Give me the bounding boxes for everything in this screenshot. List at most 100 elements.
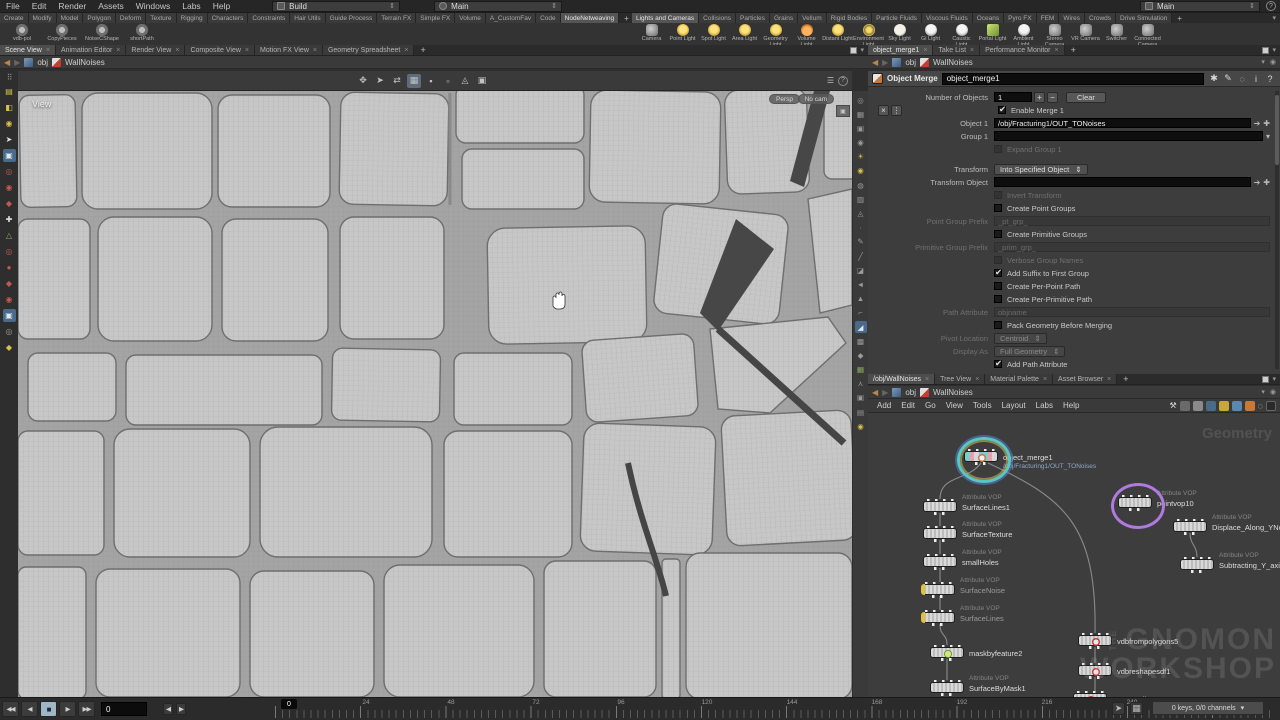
- left-toolbar-icon[interactable]: ▣: [2, 149, 16, 162]
- display-options-icon[interactable]: ☰: [827, 76, 834, 85]
- left-toolbar-icon[interactable]: ●: [3, 261, 16, 274]
- transport-button[interactable]: ◀◀: [2, 701, 19, 717]
- close-icon[interactable]: ×: [313, 47, 317, 54]
- expand-group-checkbox[interactable]: [994, 145, 1002, 153]
- forward-icon[interactable]: ▶: [14, 58, 20, 67]
- menu-item[interactable]: Labs: [176, 0, 206, 13]
- forward-icon[interactable]: ▶: [882, 388, 888, 397]
- shelf-tab[interactable]: Modify: [28, 13, 57, 23]
- node-outputs[interactable]: [941, 693, 955, 696]
- wrench-icon[interactable]: ⚒: [1169, 401, 1176, 410]
- pane-tab[interactable]: Asset Browser ×: [1053, 374, 1118, 384]
- verbose-group-names-checkbox[interactable]: [994, 256, 1002, 264]
- shelf-tool[interactable]: CopyPieces: [44, 24, 80, 43]
- shelf-tab[interactable]: Code: [536, 13, 561, 23]
- shelf-tab[interactable]: Guide Process: [325, 13, 378, 23]
- scrollbar[interactable]: [1275, 91, 1279, 369]
- node-inputs[interactable]: [927, 553, 954, 556]
- network-menu-item[interactable]: Layout: [997, 401, 1031, 410]
- camera-pill[interactable]: No cam: [797, 94, 834, 104]
- viewport-option-icon[interactable]: ◢: [854, 321, 867, 333]
- viewport-option-icon[interactable]: ▣: [855, 392, 867, 404]
- network-menu-item[interactable]: Labs: [1031, 401, 1058, 410]
- shelf-tab[interactable]: Deform: [115, 13, 147, 23]
- viewport-option-icon[interactable]: ◉: [855, 420, 867, 432]
- frame-forward-button[interactable]: ▶: [176, 703, 186, 715]
- viewport-tool-icon[interactable]: ➤: [373, 74, 387, 88]
- shelf-tool[interactable]: NoiseCShape: [84, 24, 120, 43]
- node-outputs[interactable]: [1184, 532, 1198, 535]
- node-inputs[interactable]: [1122, 494, 1149, 497]
- network-node[interactable]: maskbyfeature2: [930, 644, 1022, 661]
- breadcrumb-network[interactable]: WallNoises: [65, 58, 105, 67]
- close-icon[interactable]: ×: [1107, 376, 1111, 383]
- clear-button[interactable]: Clear: [1066, 91, 1106, 103]
- palette-icon[interactable]: [1192, 400, 1203, 411]
- left-toolbar-icon[interactable]: ◆: [3, 197, 16, 210]
- node-inputs[interactable]: [925, 581, 952, 584]
- left-toolbar-icon[interactable]: ◉: [3, 181, 16, 194]
- toolbar-grip[interactable]: ⠿: [7, 73, 13, 82]
- per-point-path-checkbox[interactable]: [994, 282, 1002, 290]
- close-icon[interactable]: ×: [404, 47, 408, 54]
- transport-button[interactable]: ■: [40, 701, 57, 717]
- breadcrumb-obj[interactable]: obj: [905, 388, 916, 397]
- network-menu-item[interactable]: Edit: [896, 401, 920, 410]
- left-toolbar-icon[interactable]: ◆: [3, 341, 16, 354]
- primitive-group-prefix-field[interactable]: _prim_grp_: [994, 242, 1270, 252]
- node-inputs[interactable]: [968, 448, 995, 451]
- left-toolbar-icon[interactable]: ▤: [3, 85, 16, 98]
- shelf-tab[interactable]: NodeNetweaving: [560, 13, 620, 23]
- add-instance-button[interactable]: +: [1034, 91, 1045, 103]
- pane-tab[interactable]: Material Palette ×: [985, 374, 1054, 384]
- parameter-header-icon[interactable]: ?: [1264, 73, 1276, 85]
- network-node[interactable]: Attribute VOP SurfaceByMask1: [930, 675, 1026, 696]
- shelf-tab[interactable]: Hair Utils: [290, 13, 326, 23]
- enable-merge-checkbox[interactable]: [998, 104, 1006, 115]
- left-toolbar-icon[interactable]: ➤: [3, 133, 16, 146]
- network-menu-item[interactable]: Go: [920, 401, 941, 410]
- object1-field[interactable]: /obj/Fracturing1/OUT_TONoises: [994, 118, 1251, 128]
- shelf-add-tab[interactable]: +: [619, 13, 632, 23]
- dopesheet-icon[interactable]: ▦: [1130, 702, 1143, 715]
- node-outputs[interactable]: [934, 539, 948, 542]
- node-outputs[interactable]: [934, 567, 948, 570]
- shelf-tab[interactable]: Volume: [455, 13, 486, 23]
- remove-instance-button[interactable]: −: [1047, 91, 1058, 103]
- viewport-option-icon[interactable]: ▩: [855, 335, 867, 347]
- pane-tab[interactable]: Composite View ×: [185, 45, 255, 55]
- shelf-tab[interactable]: Model: [56, 13, 84, 23]
- grid-snap-icon[interactable]: [1205, 400, 1216, 411]
- op-pick-icon[interactable]: ➔: [1254, 178, 1261, 187]
- breadcrumb-obj[interactable]: obj: [37, 58, 48, 67]
- forward-icon[interactable]: ▶: [882, 58, 888, 67]
- main-menu-selector[interactable]: Main ⇕: [434, 0, 563, 12]
- close-icon[interactable]: ×: [1043, 376, 1047, 383]
- viewport-option-icon[interactable]: ▦: [855, 364, 867, 376]
- shelf-tab[interactable]: Terrain FX: [377, 13, 417, 23]
- chevron-down-icon[interactable]: ▾: [1266, 132, 1270, 141]
- viewport-option-icon[interactable]: ▨: [855, 193, 867, 205]
- network-menu-item[interactable]: Tools: [968, 401, 997, 410]
- op-jump-icon[interactable]: ✚: [1263, 119, 1270, 128]
- point-group-prefix-field[interactable]: _pt_grp_: [994, 216, 1270, 226]
- node-inputs[interactable]: [927, 525, 954, 528]
- viewport-option-icon[interactable]: ◉: [855, 137, 867, 149]
- multiparm-delete-button[interactable]: ×: [878, 104, 889, 116]
- add-pane-tab[interactable]: +: [1117, 374, 1134, 384]
- shelf-tab[interactable]: FEM: [1036, 13, 1060, 23]
- viewport-option-icon[interactable]: ▦: [855, 108, 867, 120]
- display-as-dropdown[interactable]: Full Geometry ⇕: [994, 345, 1066, 357]
- close-icon[interactable]: ×: [116, 47, 120, 54]
- pane-tab[interactable]: object_merge1 ×: [868, 45, 934, 55]
- network-menu-item[interactable]: Help: [1058, 401, 1084, 410]
- shelf-tab[interactable]: Crowds: [1084, 13, 1117, 23]
- left-toolbar-icon[interactable]: ◆: [3, 277, 16, 290]
- shelf-tab[interactable]: Rigid Bodies: [826, 13, 873, 23]
- multiparm-menu-button[interactable]: ⋮: [891, 104, 902, 116]
- viewport-tool-icon[interactable]: ▪: [424, 74, 438, 88]
- close-icon[interactable]: ×: [245, 47, 249, 54]
- chevron-down-icon[interactable]: ▾: [1261, 388, 1265, 396]
- node-outputs[interactable]: [932, 595, 946, 598]
- menu-item[interactable]: Windows: [130, 0, 176, 13]
